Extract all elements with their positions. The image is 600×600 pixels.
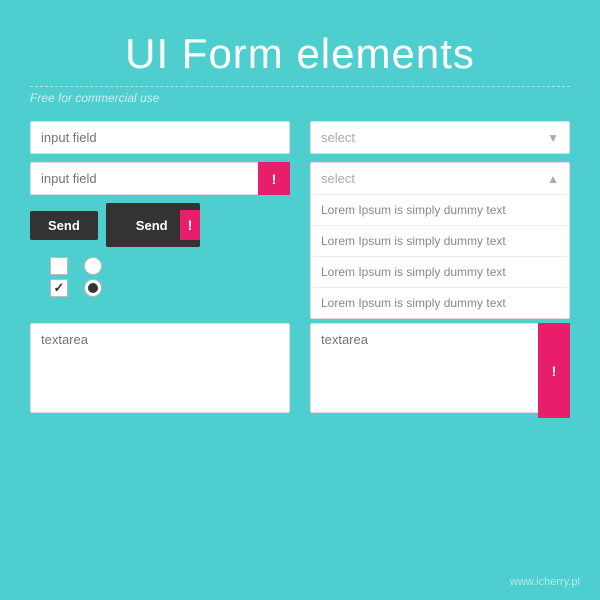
- radio-unchecked[interactable]: [84, 257, 102, 275]
- textarea-error[interactable]: [310, 323, 570, 413]
- page-title: UI Form elements: [30, 30, 570, 78]
- input-error-badge[interactable]: !: [258, 162, 290, 195]
- checkbox-checked[interactable]: [50, 279, 68, 297]
- dropdown-arrow-up-icon: ▲: [547, 172, 559, 186]
- input-normal[interactable]: [30, 121, 290, 154]
- send-button-error[interactable]: Send !: [106, 203, 200, 247]
- controls-checked-row: [50, 279, 290, 297]
- dropdown-item-4[interactable]: Lorem Ipsum is simply dummy text: [311, 287, 569, 318]
- input-error-wrapper: !: [30, 162, 290, 195]
- radio-checked[interactable]: [84, 279, 102, 297]
- textarea-section: !: [30, 323, 570, 418]
- dropdown-item-2[interactable]: Lorem Ipsum is simply dummy text: [311, 225, 569, 256]
- textarea-normal[interactable]: [30, 323, 290, 413]
- dropdown-header[interactable]: select ▲: [311, 163, 569, 194]
- send-button-normal[interactable]: Send: [30, 211, 98, 240]
- send-button-error-label: Send: [124, 211, 180, 240]
- right-column: select ▼ select ▲ Lorem Ipsum is simply …: [310, 121, 570, 319]
- controls-row: [30, 257, 290, 297]
- input-error[interactable]: [30, 162, 290, 195]
- subtitle: Free for commercial use: [30, 91, 570, 105]
- checkbox-unchecked[interactable]: [50, 257, 68, 275]
- footer-url: www.icherry.pl: [510, 576, 580, 588]
- dropdown-open: select ▲ Lorem Ipsum is simply dummy tex…: [310, 162, 570, 319]
- select-closed-wrapper[interactable]: select ▼: [310, 121, 570, 154]
- textarea-error-badge[interactable]: !: [538, 323, 570, 418]
- dropdown-label: select: [321, 171, 355, 186]
- send-button-error-badge: !: [180, 210, 201, 240]
- input-normal-wrapper: [30, 121, 290, 154]
- textarea-normal-wrapper: [30, 323, 290, 418]
- dropdown-item-1[interactable]: Lorem Ipsum is simply dummy text: [311, 194, 569, 225]
- page: UI Form elements Free for commercial use…: [0, 0, 600, 600]
- buttons-row: Send Send !: [30, 203, 290, 247]
- divider: [30, 86, 570, 87]
- left-column: ! Send Send !: [30, 121, 290, 319]
- dropdown-item-3[interactable]: Lorem Ipsum is simply dummy text: [311, 256, 569, 287]
- controls-unchecked-row: [50, 257, 290, 275]
- select-closed[interactable]: select: [311, 122, 569, 153]
- textarea-error-wrapper: !: [310, 323, 570, 418]
- content-grid: ! Send Send !: [30, 121, 570, 319]
